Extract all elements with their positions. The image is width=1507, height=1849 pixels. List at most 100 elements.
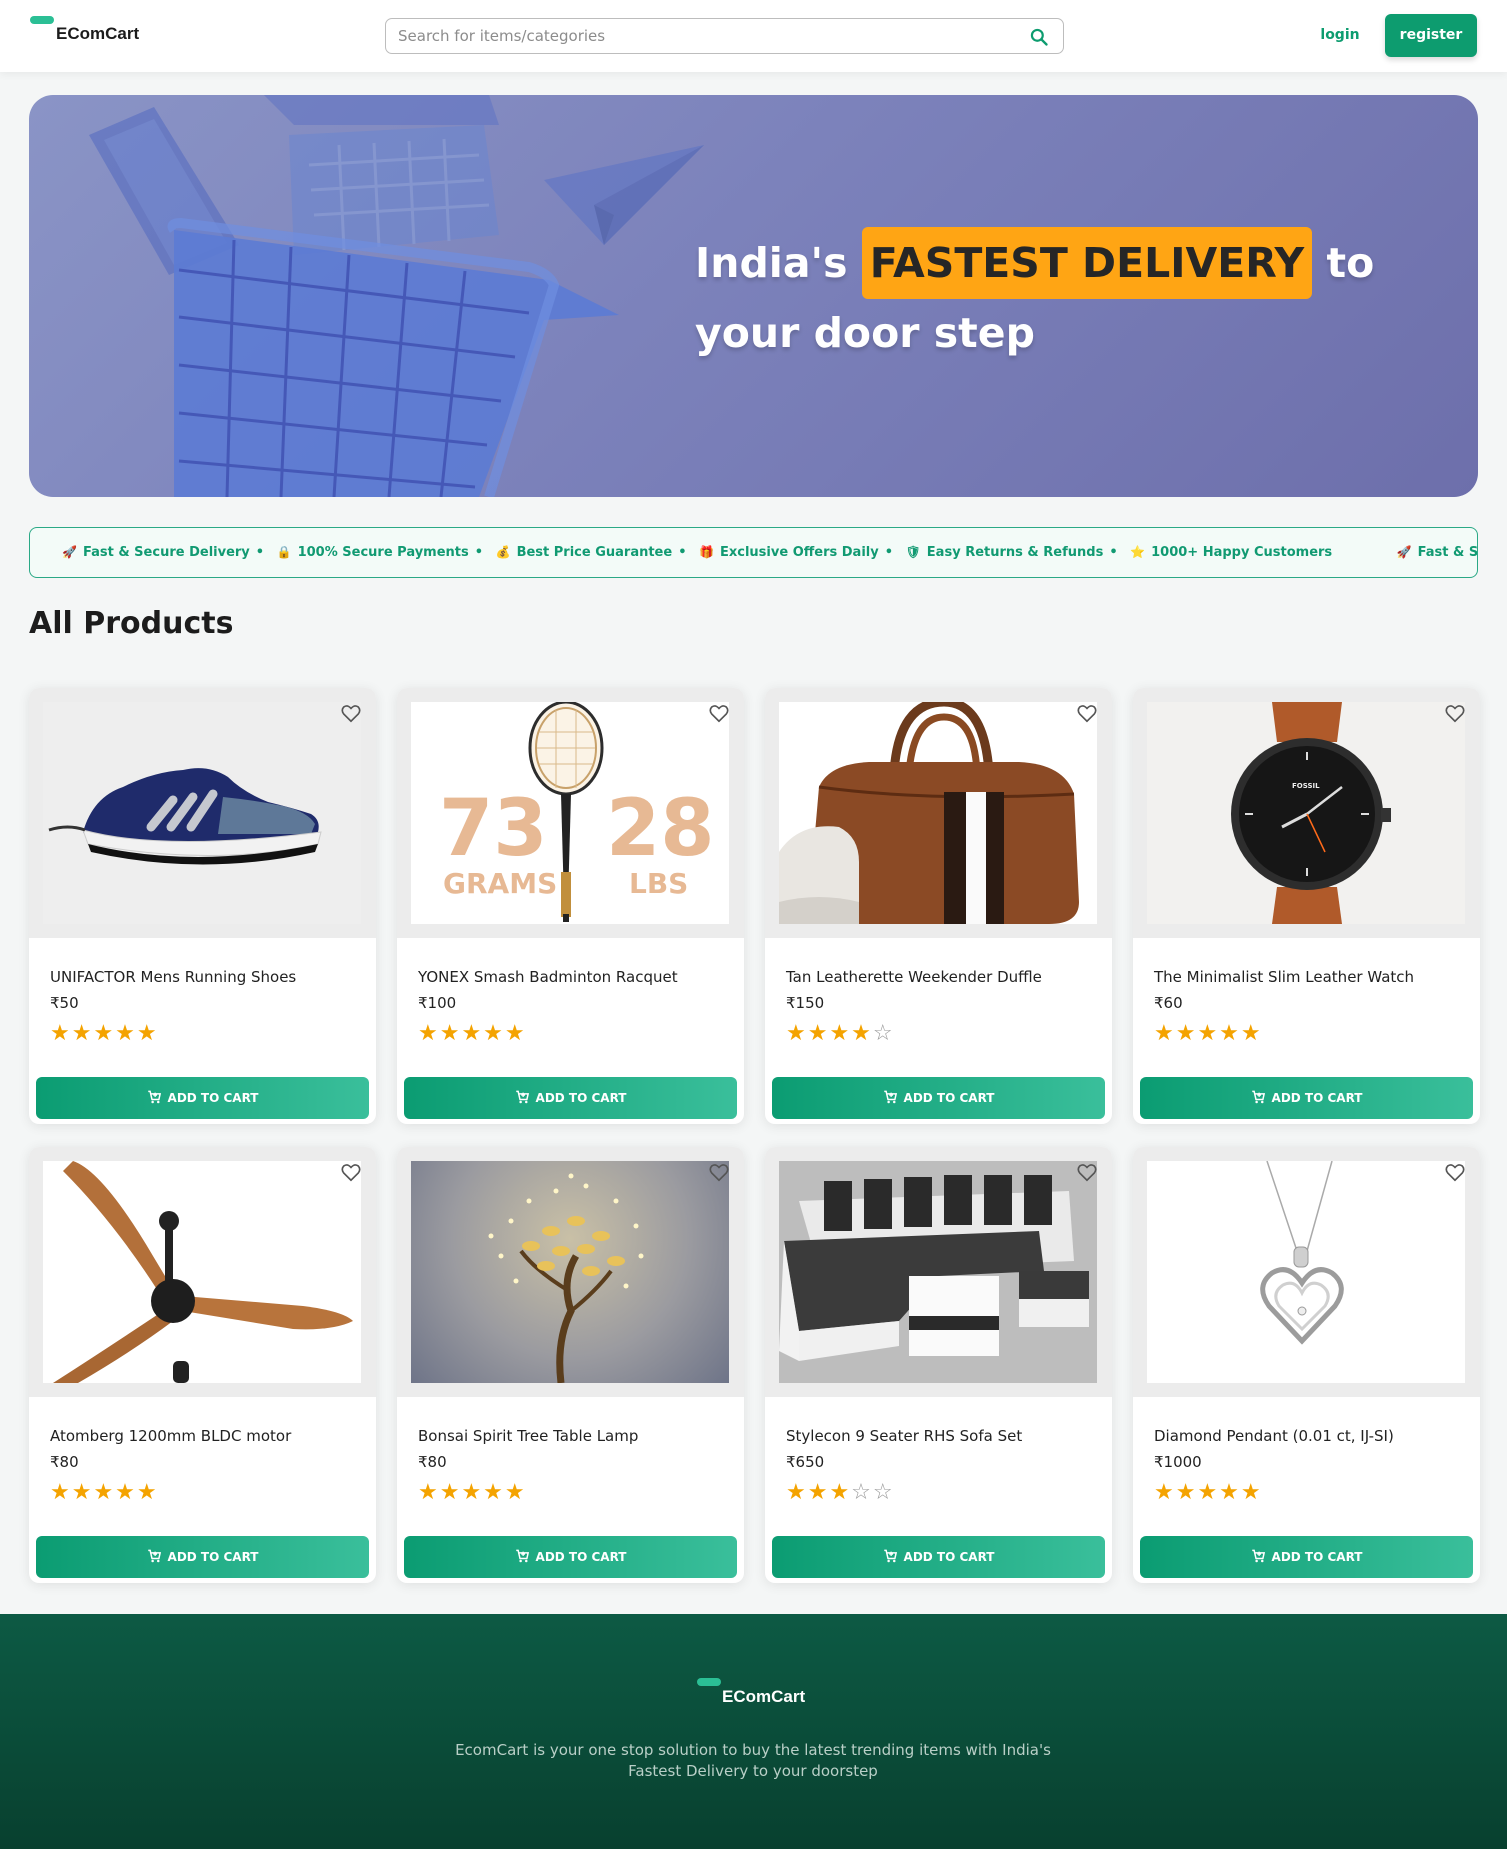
- cart-icon: [883, 1090, 897, 1104]
- money-bag-icon: 💰: [495, 545, 511, 559]
- product-card[interactable]: Stylecon 9 Seater RHS Sofa Set ₹650 ★★★☆…: [765, 1147, 1112, 1583]
- product-image-frame: [765, 688, 1112, 938]
- wishlist-heart-icon[interactable]: [708, 1161, 730, 1183]
- hero-text-pre: India's: [695, 239, 862, 287]
- rating-stars: ★★★★★: [50, 1021, 159, 1046]
- rating-stars: ★★★★☆: [786, 1021, 895, 1046]
- product-name[interactable]: Diamond Pendant (0.01 ct, IJ-SI): [1154, 1427, 1394, 1445]
- add-to-cart-label: ADD TO CART: [535, 1550, 627, 1564]
- ticker-separator: •: [678, 545, 687, 560]
- gift-icon: 🎁: [699, 545, 714, 559]
- search-input[interactable]: [398, 19, 998, 53]
- wishlist-heart-icon[interactable]: [1444, 702, 1466, 724]
- rating-stars: ★★★★★: [50, 1480, 159, 1505]
- wishlist-heart-icon[interactable]: [1076, 1161, 1098, 1183]
- cart-icon: [1251, 1549, 1265, 1563]
- rocket-icon: 🚀: [62, 545, 77, 559]
- product-name[interactable]: YONEX Smash Badminton Racquet: [418, 968, 678, 986]
- ticker-item: Best Price Guarantee: [516, 545, 673, 560]
- product-name[interactable]: Tan Leatherette Weekender Duffle: [786, 968, 1042, 986]
- product-price: ₹100: [418, 994, 457, 1012]
- ticker-item: 1000+ Happy Customers: [1151, 545, 1333, 560]
- logo-mark: [697, 1678, 721, 1686]
- product-image[interactable]: [1147, 1161, 1465, 1383]
- add-to-cart-label: ADD TO CART: [1271, 1091, 1363, 1105]
- product-image[interactable]: [779, 702, 1097, 924]
- wishlist-heart-icon[interactable]: [708, 702, 730, 724]
- product-name[interactable]: UNIFACTOR Mens Running Shoes: [50, 968, 296, 986]
- product-price: ₹60: [1154, 994, 1183, 1012]
- add-to-cart-button[interactable]: ADD TO CART: [36, 1077, 369, 1119]
- product-name[interactable]: Atomberg 1200mm BLDC motor: [50, 1427, 291, 1445]
- product-name[interactable]: The Minimalist Slim Leather Watch: [1154, 968, 1414, 986]
- product-image[interactable]: FOSSIL: [1147, 702, 1465, 924]
- product-card[interactable]: Atomberg 1200mm BLDC motor ₹80 ★★★★★ ADD…: [29, 1147, 376, 1583]
- add-to-cart-label: ADD TO CART: [903, 1550, 995, 1564]
- shield-icon: 🛡: [905, 545, 921, 559]
- search-box: [385, 18, 1064, 54]
- product-image[interactable]: [411, 1161, 729, 1383]
- product-price: ₹150: [786, 994, 825, 1012]
- product-card[interactable]: 73 GRAMS 28 LBS YONEX Smash Badminton Ra…: [397, 688, 744, 1124]
- wishlist-heart-icon[interactable]: [340, 702, 362, 724]
- hero-text-line2: your door step: [695, 309, 1035, 357]
- section-title: All Products: [29, 606, 234, 641]
- add-to-cart-button[interactable]: ADD TO CART: [36, 1536, 369, 1578]
- product-image-frame: [29, 688, 376, 938]
- product-name[interactable]: Bonsai Spirit Tree Table Lamp: [418, 1427, 638, 1445]
- hero-banner: India's FASTEST DELIVERY to your door st…: [29, 95, 1478, 497]
- product-image[interactable]: [43, 702, 361, 924]
- product-price: ₹80: [418, 1453, 447, 1471]
- watch-brand: FOSSIL: [1292, 782, 1320, 790]
- rating-stars: ★★★★★: [1154, 1480, 1263, 1505]
- add-to-cart-label: ADD TO CART: [167, 1091, 259, 1105]
- hero-headline: India's FASTEST DELIVERY to your door st…: [695, 227, 1415, 367]
- product-image-frame: [765, 1147, 1112, 1397]
- star-icon: ⭐: [1130, 545, 1146, 559]
- product-card[interactable]: Tan Leatherette Weekender Duffle ₹150 ★★…: [765, 688, 1112, 1124]
- product-price: ₹50: [50, 994, 79, 1012]
- footer-description: EcomCart is your one stop solution to bu…: [455, 1741, 1051, 1780]
- cart-icon: [147, 1549, 161, 1563]
- wishlist-heart-icon[interactable]: [1444, 1161, 1466, 1183]
- add-to-cart-button[interactable]: ADD TO CART: [404, 1536, 737, 1578]
- product-name[interactable]: Stylecon 9 Seater RHS Sofa Set: [786, 1427, 1022, 1445]
- add-to-cart-label: ADD TO CART: [903, 1091, 995, 1105]
- search-icon[interactable]: [1029, 27, 1049, 47]
- product-image-frame: FOSSIL: [1133, 688, 1480, 938]
- wishlist-heart-icon[interactable]: [1076, 702, 1098, 724]
- hero-text-post: to: [1312, 239, 1375, 287]
- product-image[interactable]: [43, 1161, 361, 1383]
- product-card[interactable]: Diamond Pendant (0.01 ct, IJ-SI) ₹1000 ★…: [1133, 1147, 1480, 1583]
- product-card[interactable]: FOSSIL The Minimalist Slim Leather Watch…: [1133, 688, 1480, 1124]
- wishlist-heart-icon[interactable]: [340, 1161, 362, 1183]
- rocket-icon: 🚀: [1396, 545, 1412, 559]
- register-button[interactable]: register: [1385, 14, 1477, 57]
- add-to-cart-button[interactable]: ADD TO CART: [1140, 1077, 1473, 1119]
- product-image-frame: 73 GRAMS 28 LBS: [397, 688, 744, 938]
- product-card[interactable]: Bonsai Spirit Tree Table Lamp ₹80 ★★★★★ …: [397, 1147, 744, 1583]
- ticker-item: Easy Returns & Refunds: [926, 545, 1104, 560]
- ticker-separator: •: [884, 545, 894, 560]
- product-price: ₹1000: [1154, 1453, 1202, 1471]
- product-price: ₹80: [50, 1453, 79, 1471]
- product-image[interactable]: 73 GRAMS 28 LBS: [411, 702, 729, 924]
- ticker-separator: •: [1109, 545, 1118, 560]
- product-image[interactable]: [779, 1161, 1097, 1383]
- login-button[interactable]: login: [1310, 14, 1370, 56]
- ticker-item: 100% Secure Payments: [297, 545, 469, 560]
- product-card[interactable]: UNIFACTOR Mens Running Shoes ₹50 ★★★★★ A…: [29, 688, 376, 1124]
- add-to-cart-button[interactable]: ADD TO CART: [772, 1536, 1105, 1578]
- ticker-separator: •: [255, 545, 265, 560]
- add-to-cart-button[interactable]: ADD TO CART: [772, 1077, 1105, 1119]
- add-to-cart-button[interactable]: ADD TO CART: [404, 1077, 737, 1119]
- product-image-frame: [29, 1147, 376, 1397]
- rating-stars: ★★★★★: [418, 1021, 527, 1046]
- cart-icon: [1251, 1090, 1265, 1104]
- ticker-separator: •: [474, 545, 484, 560]
- product-image-frame: [397, 1147, 744, 1397]
- top-navbar: EComCart login register: [0, 0, 1507, 72]
- cart-icon: [147, 1090, 161, 1104]
- add-to-cart-button[interactable]: ADD TO CART: [1140, 1536, 1473, 1578]
- footer: EComCart EcomCart is your one stop solut…: [0, 1614, 1507, 1849]
